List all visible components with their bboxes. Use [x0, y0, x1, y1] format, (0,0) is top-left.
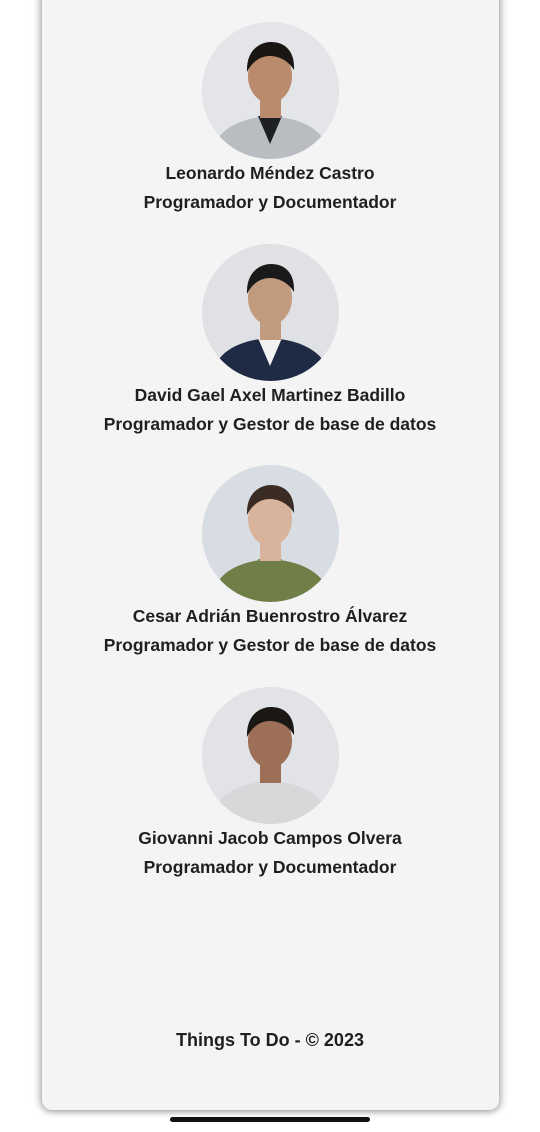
avatar — [201, 687, 339, 824]
member-name: David Gael Axel Martinez Badillo — [134, 385, 406, 405]
avatar — [201, 465, 339, 602]
team-member: Leonardo Méndez Castro Programador y Doc… — [0, 22, 540, 217]
home-indicator[interactable] — [170, 1117, 370, 1122]
portrait-icon — [201, 22, 339, 159]
portrait-icon — [201, 687, 339, 824]
team-member: Cesar Adrián Buenrostro Álvarez Programa… — [0, 465, 540, 660]
portrait-icon — [201, 244, 339, 381]
member-name: Leonardo Méndez Castro — [165, 163, 375, 183]
member-role: Programador y Gestor de base de datos — [103, 414, 437, 434]
avatar — [201, 244, 339, 381]
member-role: Programador y Gestor de base de datos — [103, 635, 437, 655]
avatar — [201, 22, 339, 159]
member-role: Programador y Documentador — [143, 857, 397, 877]
portrait-icon — [201, 465, 339, 602]
team-member: David Gael Axel Martinez Badillo Program… — [0, 244, 540, 439]
member-role: Programador y Documentador — [143, 192, 397, 212]
member-name: Giovanni Jacob Campos Olvera — [138, 828, 402, 848]
member-name: Cesar Adrián Buenrostro Álvarez — [132, 606, 408, 626]
footer-copyright: Things To Do - © 2023 — [176, 1030, 364, 1050]
team-member: Giovanni Jacob Campos Olvera Programador… — [0, 687, 540, 882]
